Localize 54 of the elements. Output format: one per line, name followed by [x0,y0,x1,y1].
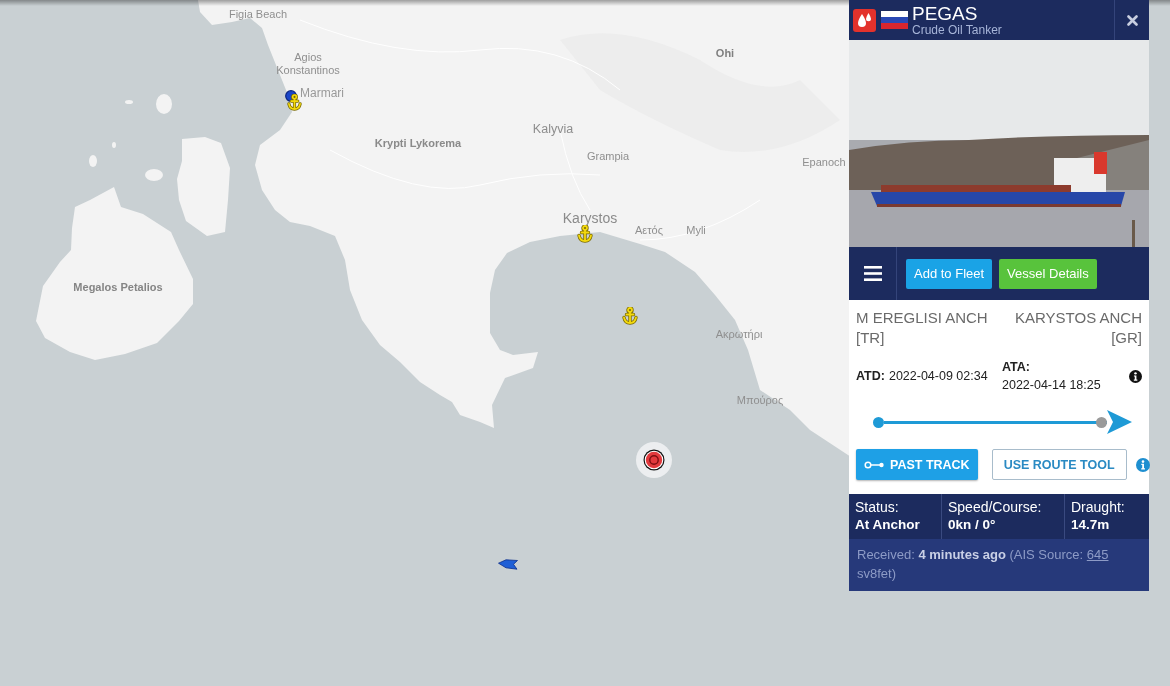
target-icon [636,442,672,478]
map-label: Marmari [300,87,344,100]
map-label: Krypti Lykorema [374,137,462,150]
stat-label: Draught: [1071,499,1125,516]
close-icon [1126,14,1138,26]
map-label: Ακρωτήρι [715,328,763,341]
info-icon[interactable] [1129,369,1142,383]
map-label: Figia Beach [228,8,288,21]
departure-port: M EREGLISI ANCH [TR] [856,308,989,348]
island [125,100,133,104]
arrival-time-label: ATA: [1002,359,1030,376]
anchor-icon [622,307,638,325]
ais-source-link[interactable]: 645 [1086,547,1109,562]
map-label: Αετός [635,224,663,237]
map-label: Epanoch [802,156,846,169]
island [145,169,163,181]
flag-icon [881,11,908,29]
track-button[interactable]: PAST TRACK [856,449,978,480]
island [89,155,97,167]
arrival-port: KARYSTOS ANCH [GR] [1014,308,1142,348]
track-icon [864,460,884,469]
received-text: Received: 4 minutes ago (AIS Source: 645 sv8fet) [857,546,1110,583]
stat-value: At Anchor [855,516,920,533]
oil-drops-icon [853,8,876,32]
stat-value: 14.7m [1071,516,1110,533]
map-label: Myli [686,224,706,237]
map-label: Ohi [715,47,735,60]
arrival-time: 2022-04-14 18:25 [1002,377,1101,394]
stat-label: Speed/Course: [948,499,1042,516]
map-label: Μπούρος [736,394,784,407]
map-label: Agios Konstantinos [275,51,341,77]
map-label: Megalos Petalios [73,281,163,294]
stat-label: Status: [855,499,899,516]
map-label: Grampia [586,150,630,163]
departure-time: 2022-04-09 02:34 [888,368,988,385]
start-dot-icon [873,416,884,428]
vessel-type: Crude Oil Tanker [912,23,1002,37]
menu-icon [863,266,882,281]
boat-icon [498,559,518,570]
stat-value: 0kn / 0° [948,516,996,533]
position-dot-icon [1096,416,1107,428]
island [156,94,172,114]
location-dot-icon [285,90,297,102]
arrow-head-icon [1107,410,1132,434]
action-button[interactable]: Add to Fleet [906,258,993,289]
action-button[interactable]: Vessel Details [999,258,1097,289]
map-label: Kalyvia [532,123,574,136]
anchor-icon [577,225,593,243]
map-label: Karystos [562,210,618,226]
island [112,142,116,148]
track-button[interactable]: USE ROUTE TOOL [991,449,1127,480]
anchor-icon [287,94,302,111]
vessel-name: PEGAS [912,3,978,24]
departure-time-label: ATD: [856,368,885,385]
